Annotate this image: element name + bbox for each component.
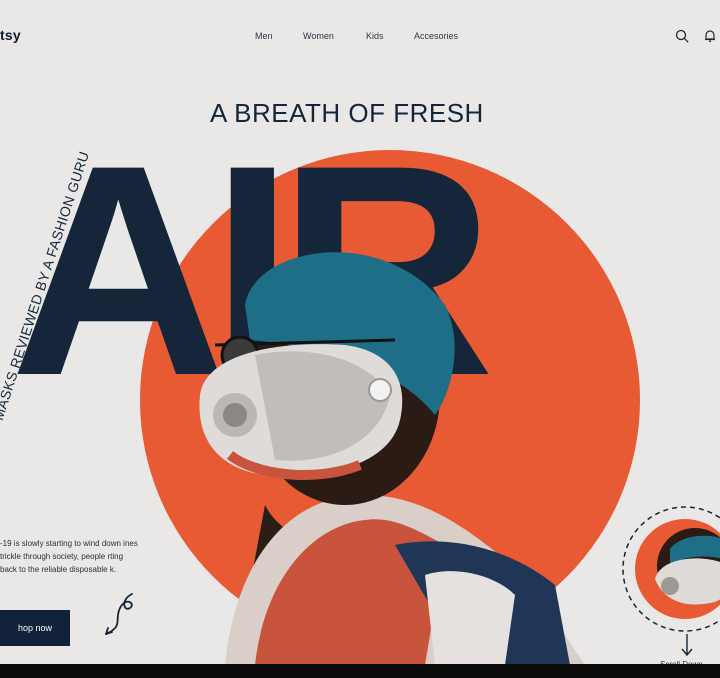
nav-item-women[interactable]: Women — [303, 29, 366, 43]
bottom-edge-bar — [0, 664, 720, 678]
hero-description: -19 is slowly starting to wind down ines… — [0, 539, 138, 574]
model-image — [199, 252, 585, 665]
nav-item-kids[interactable]: Kids — [366, 29, 414, 43]
shop-now-button[interactable]: hop now — [0, 610, 70, 646]
arrow-down-icon[interactable] — [680, 632, 694, 658]
landing-page: tsy Men Women Kids Accesories A BREATH O… — [0, 0, 720, 678]
bell-icon[interactable] — [702, 28, 718, 44]
product-thumbnail[interactable] — [620, 504, 720, 634]
top-navigation: tsy Men Women Kids Accesories — [0, 0, 720, 70]
search-icon[interactable] — [674, 28, 690, 44]
squiggle-arrow-icon — [105, 593, 133, 635]
main-menu: Men Women Kids Accesories — [255, 29, 484, 43]
nav-item-accessories[interactable]: Accesories — [414, 29, 484, 43]
brand-logo[interactable]: tsy — [0, 27, 21, 43]
nav-item-men[interactable]: Men — [255, 29, 303, 43]
